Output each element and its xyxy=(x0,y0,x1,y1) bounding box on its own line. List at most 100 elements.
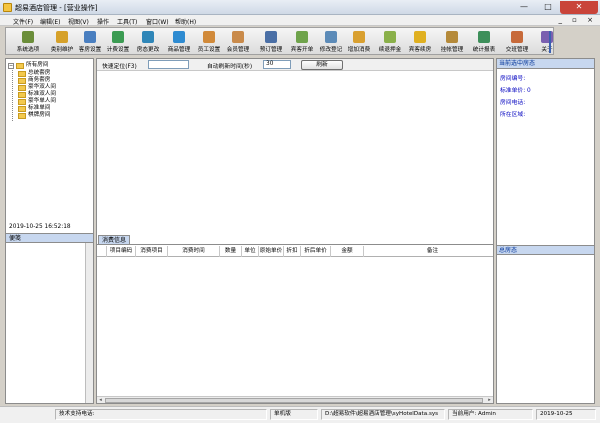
toolbar-button-15[interactable]: 统计报表 xyxy=(467,30,501,54)
column-header[interactable]: 数量 xyxy=(220,246,242,257)
left-panel: − 所有房间 总统套房 商务套房 豪华双人间 标准双人间 豪华单人间 标准单间 棋牌房间 20… xyxy=(5,58,94,404)
toolbar-button-13[interactable]: 宾客续房 xyxy=(403,30,437,54)
billing-icon xyxy=(112,31,124,43)
folder-icon xyxy=(16,62,24,69)
status-date: 2019-10-25 xyxy=(536,409,596,420)
credit-icon xyxy=(446,31,458,43)
table-horizontal-scrollbar[interactable]: ◂ ▸ xyxy=(97,396,493,403)
minimize-button[interactable]: — xyxy=(512,1,536,14)
toolbar-button-label: 宾客续房 xyxy=(408,47,432,53)
toolbar-button-label: 交班管理 xyxy=(505,47,529,53)
goods-icon xyxy=(173,31,185,43)
edit-icon xyxy=(325,31,337,43)
title-bar: 超易酒店管理 - [营业操作] — □ ✕ xyxy=(0,0,600,15)
standard-price-label: 标准单价: 0 xyxy=(500,88,531,94)
toolbar-button-14[interactable]: 挂帐管理 xyxy=(435,30,469,54)
column-header[interactable]: 折后单价 xyxy=(301,246,331,257)
tree-item-label: 标准单间 xyxy=(28,105,51,111)
toolbar-button-label: 统计报表 xyxy=(472,47,496,53)
menu-file[interactable]: 文件(F) xyxy=(13,17,33,26)
tree-item-label: 总统套房 xyxy=(28,70,51,76)
tree-item-label: 豪华单人间 xyxy=(28,98,56,104)
folder-icon xyxy=(18,98,26,105)
scroll-right-icon[interactable]: ▸ xyxy=(486,397,493,404)
deposit-icon xyxy=(384,31,396,43)
add-consume-icon xyxy=(353,31,365,43)
report-icon xyxy=(478,31,490,43)
toolbar-button-label: 关于 xyxy=(541,47,553,53)
toolbar-button-7[interactable]: 会员管理 xyxy=(221,30,255,54)
quick-search-bar: 快速定位(F3) 自动刷新时间(秒) 30 刷新 xyxy=(97,59,493,71)
notes-textarea[interactable] xyxy=(6,243,93,403)
folder-icon xyxy=(18,105,26,112)
tree-root[interactable]: − 所有房间 xyxy=(8,62,48,70)
column-header[interactable]: 备注 xyxy=(364,246,502,257)
mdi-controls[interactable]: _ ▫ × xyxy=(558,16,597,24)
folder-icon xyxy=(18,84,26,91)
toolbar-button-label: 续退押金 xyxy=(378,47,402,53)
menu-help[interactable]: 帮助(H) xyxy=(175,17,196,26)
right-panel: 当前选中房态 房间编号: 标准单价: 0 房间电话: 所在区域: 总房态 xyxy=(496,58,595,404)
toolbar-grip[interactable] xyxy=(549,31,551,53)
folder-icon xyxy=(18,70,26,77)
locate-input[interactable] xyxy=(148,60,189,69)
tree-item-label: 标准双人间 xyxy=(28,91,56,97)
menu-window[interactable]: 窗口(W) xyxy=(146,17,169,26)
folder-icon xyxy=(18,112,26,119)
toolbar-button-label: 增加消费 xyxy=(347,47,371,53)
refresh-interval-input[interactable]: 30 xyxy=(263,60,291,69)
column-header[interactable]: 消费时间 xyxy=(168,246,220,257)
scroll-thumb[interactable] xyxy=(105,398,483,403)
selected-room-header: 当前选中房态 xyxy=(497,59,594,69)
menu-tools[interactable]: 工具(T) xyxy=(117,17,137,26)
folder-icon xyxy=(18,91,26,98)
menu-bar: 文件(F) 编辑(E) 视图(V) 操作 工具(T) 窗口(W) 帮助(H) _… xyxy=(0,15,600,26)
notes-scrollbar[interactable] xyxy=(85,243,93,403)
column-header[interactable]: 单位 xyxy=(242,246,259,257)
close-button[interactable]: ✕ xyxy=(560,1,598,14)
column-header[interactable]: 项目编码 xyxy=(107,246,136,257)
toolbar-button-label: 房态更改 xyxy=(136,47,160,53)
settings-icon xyxy=(22,31,34,43)
room-phone-label: 房间电话: xyxy=(500,100,526,106)
toolbar-button-label: 系统选项 xyxy=(16,47,40,53)
room-number-label: 房间编号: xyxy=(500,76,526,82)
checkin-icon xyxy=(296,31,308,43)
consumption-table-body[interactable] xyxy=(97,257,493,395)
maximize-button[interactable]: □ xyxy=(536,1,560,14)
toolbar-button-0[interactable]: 系统选项 xyxy=(11,30,45,54)
status-data-path: D:\超易软件\超易酒店管理\syHotelData.sys xyxy=(321,409,445,420)
room-area-label: 所在区域: xyxy=(500,112,526,118)
toolbar-button-11[interactable]: 增加消费 xyxy=(342,30,376,54)
column-header[interactable]: 消费项目 xyxy=(136,246,168,257)
menu-edit[interactable]: 编辑(E) xyxy=(40,17,60,26)
column-header[interactable]: 原始单价 xyxy=(259,246,284,257)
toolbar-button-16[interactable]: 交班管理 xyxy=(500,30,534,54)
consumption-table-header: 项目编码 消费项目 消费时间 数量 单位 原始单价 折扣 折后单价 金额 备注 xyxy=(97,246,502,257)
scroll-left-icon[interactable]: ◂ xyxy=(97,397,104,404)
toolbar-button-8[interactable]: 预订管理 xyxy=(254,30,288,54)
app-icon xyxy=(3,3,12,12)
collapse-icon[interactable]: − xyxy=(8,62,14,69)
room-icon xyxy=(84,31,96,43)
tree-item[interactable]: 棋牌房间 xyxy=(18,112,50,120)
staff-icon xyxy=(203,31,215,43)
toolbar-button-3[interactable]: 计费设置 xyxy=(101,30,135,54)
room-status-area[interactable] xyxy=(97,71,493,234)
help-icon xyxy=(541,31,553,43)
toolbar-button-4[interactable]: 房态更改 xyxy=(131,30,165,54)
menu-operate[interactable]: 操作 xyxy=(97,17,109,26)
row-indicator-header xyxy=(97,246,107,257)
toolbar-button-5[interactable]: 商品管理 xyxy=(162,30,196,54)
current-datetime: 2019-10-25 16:52:18 xyxy=(9,224,71,230)
toolbar-button-label: 会员管理 xyxy=(226,47,250,53)
menu-view[interactable]: 视图(V) xyxy=(68,17,89,26)
column-header[interactable]: 折扣 xyxy=(284,246,301,257)
toolbar-button-17[interactable]: 关于 xyxy=(530,30,564,54)
status-bar: 技术支持电话: 单机版 D:\超易软件\超易酒店管理\syHotelData.s… xyxy=(0,406,600,423)
column-header[interactable]: 金额 xyxy=(331,246,364,257)
refresh-button[interactable]: 刷新 xyxy=(301,60,343,70)
toolbar-button-12[interactable]: 续退押金 xyxy=(373,30,407,54)
shift-icon xyxy=(511,31,523,43)
toolbar-button-label: 挂帐管理 xyxy=(440,47,464,53)
